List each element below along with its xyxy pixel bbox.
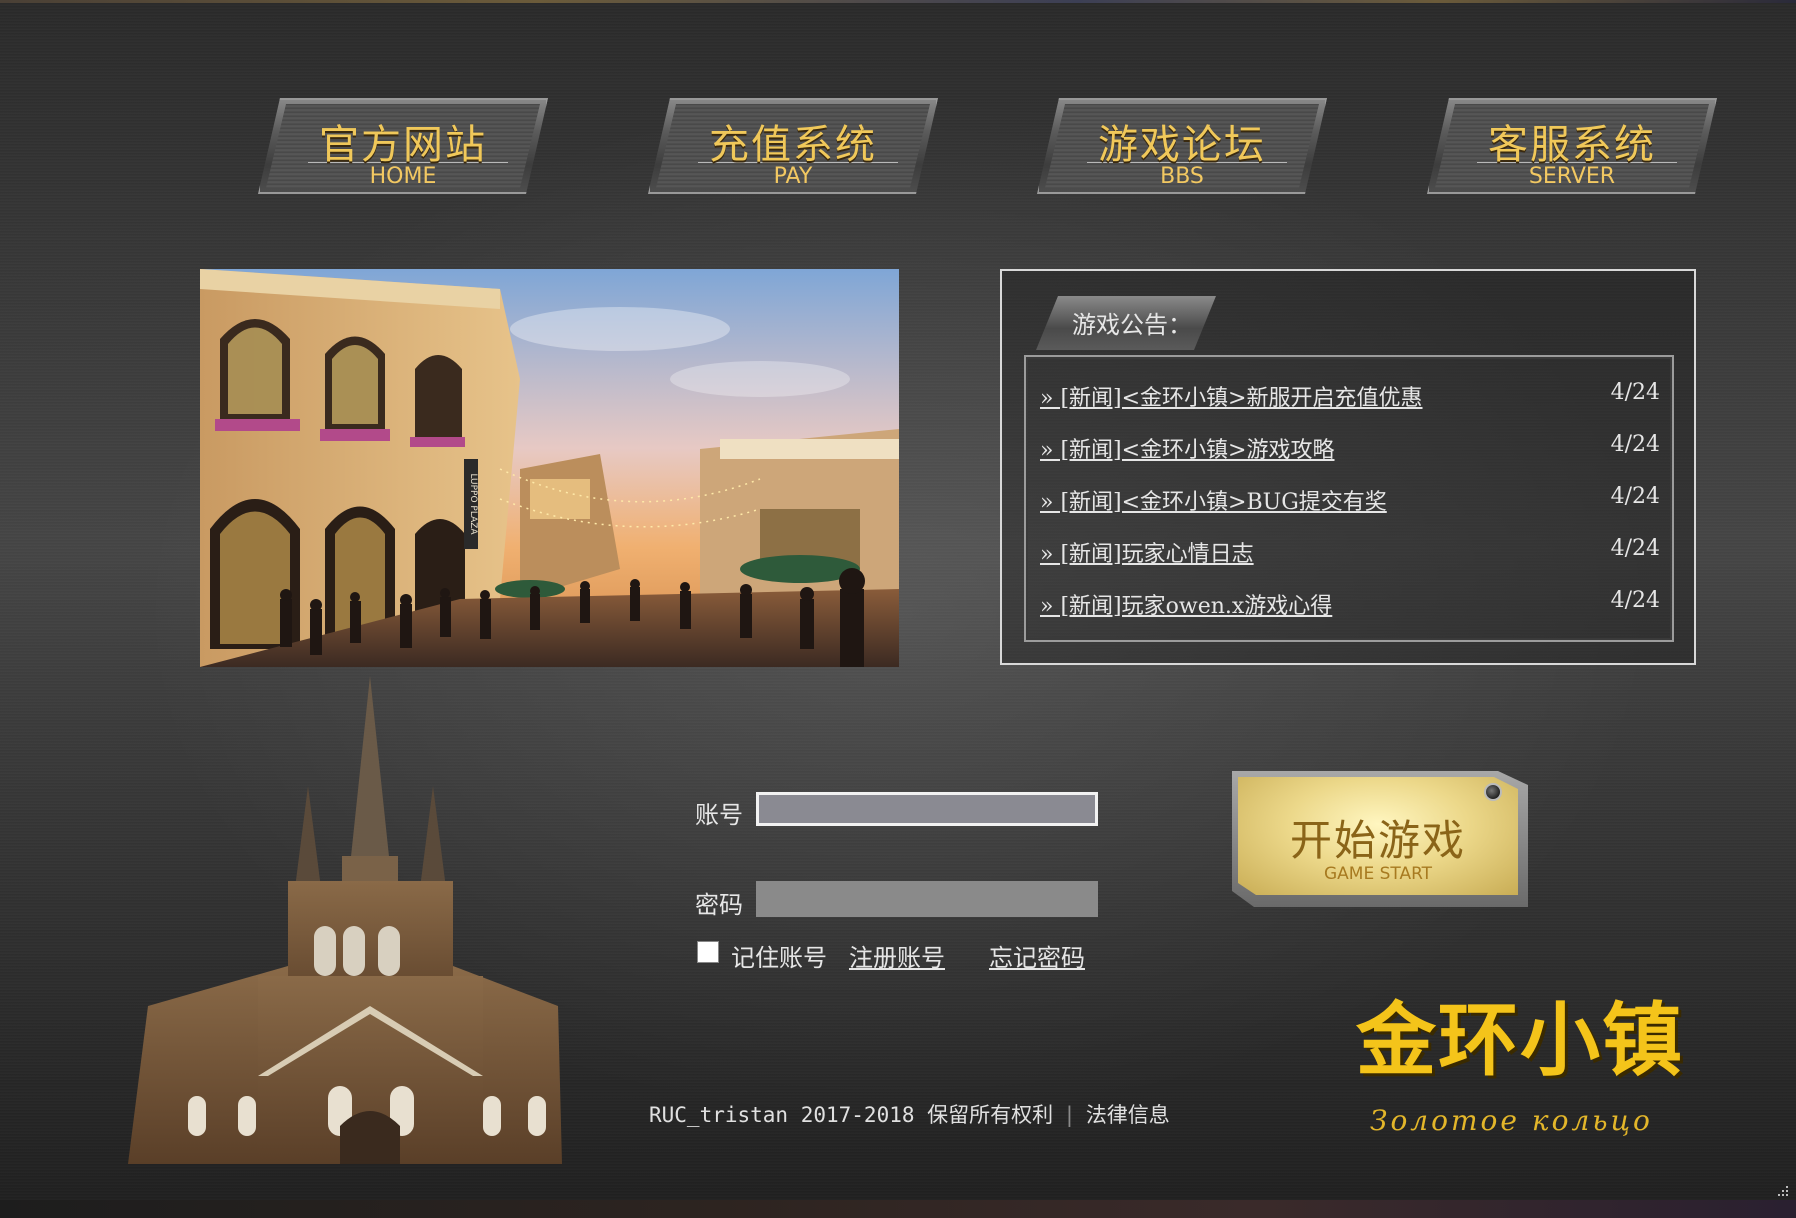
brand-logo-subtitle: Золотое кольцо xyxy=(1370,1104,1653,1137)
nav-home-button[interactable]: 官方网站 HOME xyxy=(258,98,548,194)
forgot-password-link[interactable]: 忘记密码 xyxy=(989,938,1085,973)
legal-info-link[interactable]: 法律信息 xyxy=(1086,1103,1170,1127)
nav-bbs-button[interactable]: 游戏论坛 BBS xyxy=(1037,98,1327,194)
plaza-sign-text: LUPPO PLAZA xyxy=(468,473,478,535)
nav-label: 游戏论坛 xyxy=(1098,122,1266,168)
notice-list: » [新闻]<金环小镇>新服开启充值优惠 4/24 » [新闻]<金环小镇>游戏… xyxy=(1024,355,1674,642)
nav-sublabel: PAY xyxy=(773,164,813,189)
start-button-label: 开始游戏 xyxy=(1289,816,1466,865)
notice-link[interactable]: » [新闻]<金环小镇>BUG提交有奖 xyxy=(1040,484,1387,516)
notice-date: 4/24 xyxy=(1610,536,1660,561)
plaza-illustration: LUPPO PLAZA xyxy=(200,269,899,667)
top-border xyxy=(0,0,1796,3)
bottom-border xyxy=(0,1200,1796,1218)
footer-separator: | xyxy=(1063,1103,1076,1127)
password-input[interactable] xyxy=(756,881,1098,917)
notice-link[interactable]: » [新闻]玩家owen.x游戏心得 xyxy=(1040,588,1332,620)
nav-label: 充值系统 xyxy=(709,122,877,168)
nav-sublabel: BBS xyxy=(1160,164,1204,189)
start-game-button[interactable]: 开始游戏 GAME START xyxy=(1232,771,1528,907)
resize-grip-icon[interactable] xyxy=(1776,1184,1790,1198)
notice-date: 4/24 xyxy=(1610,588,1660,613)
notice-date: 4/24 xyxy=(1610,380,1660,405)
notice-link[interactable]: » [新闻]<金环小镇>新服开启充值优惠 xyxy=(1040,380,1423,412)
nav-label: 客服系统 xyxy=(1488,122,1656,168)
list-item: » [新闻]<金环小镇>BUG提交有奖 4/24 xyxy=(1040,484,1660,520)
start-button-sublabel: GAME START xyxy=(1323,864,1433,884)
list-item: » [新闻]玩家心情日志 4/24 xyxy=(1040,536,1660,572)
bolt-icon xyxy=(1484,783,1502,801)
list-item: » [新闻]<金环小镇>游戏攻略 4/24 xyxy=(1040,432,1660,468)
church-illustration xyxy=(128,676,562,1164)
notice-date: 4/24 xyxy=(1610,432,1660,457)
register-link[interactable]: 注册账号 xyxy=(849,938,945,973)
nav-pay-button[interactable]: 充值系统 PAY xyxy=(648,98,938,194)
remember-label: 记住账号 xyxy=(731,944,827,972)
nav-sublabel: SERVER xyxy=(1528,164,1616,189)
banner-image: LUPPO PLAZA xyxy=(200,269,899,667)
password-label: 密码 xyxy=(695,891,743,919)
list-item: » [新闻]<金环小镇>新服开启充值优惠 4/24 xyxy=(1040,380,1660,416)
account-input[interactable] xyxy=(756,792,1098,826)
page-background: 官方网站 HOME 充值系统 PAY 游戏论坛 BBS 客服系统 SERVER xyxy=(0,0,1796,1218)
notice-link[interactable]: » [新闻]<金环小镇>游戏攻略 xyxy=(1040,432,1335,464)
nav-label: 官方网站 xyxy=(319,122,487,168)
copyright-text: RUC_tristan 2017-2018 保留所有权利 xyxy=(649,1103,1054,1127)
account-label: 账号 xyxy=(695,801,743,829)
footer: RUC_tristan 2017-2018 保留所有权利 | 法律信息 xyxy=(649,1099,1209,1131)
nav-sublabel: HOME xyxy=(369,164,437,189)
remember-checkbox[interactable] xyxy=(697,941,719,963)
nav-server-button[interactable]: 客服系统 SERVER xyxy=(1427,98,1717,194)
notice-link[interactable]: » [新闻]玩家心情日志 xyxy=(1040,536,1254,568)
notice-date: 4/24 xyxy=(1610,484,1660,509)
notice-title: 游戏公告： xyxy=(1072,311,1192,339)
brand-logo-title: 金环小镇 xyxy=(1356,994,1684,1087)
list-item: » [新闻]玩家owen.x游戏心得 4/24 xyxy=(1040,588,1660,624)
